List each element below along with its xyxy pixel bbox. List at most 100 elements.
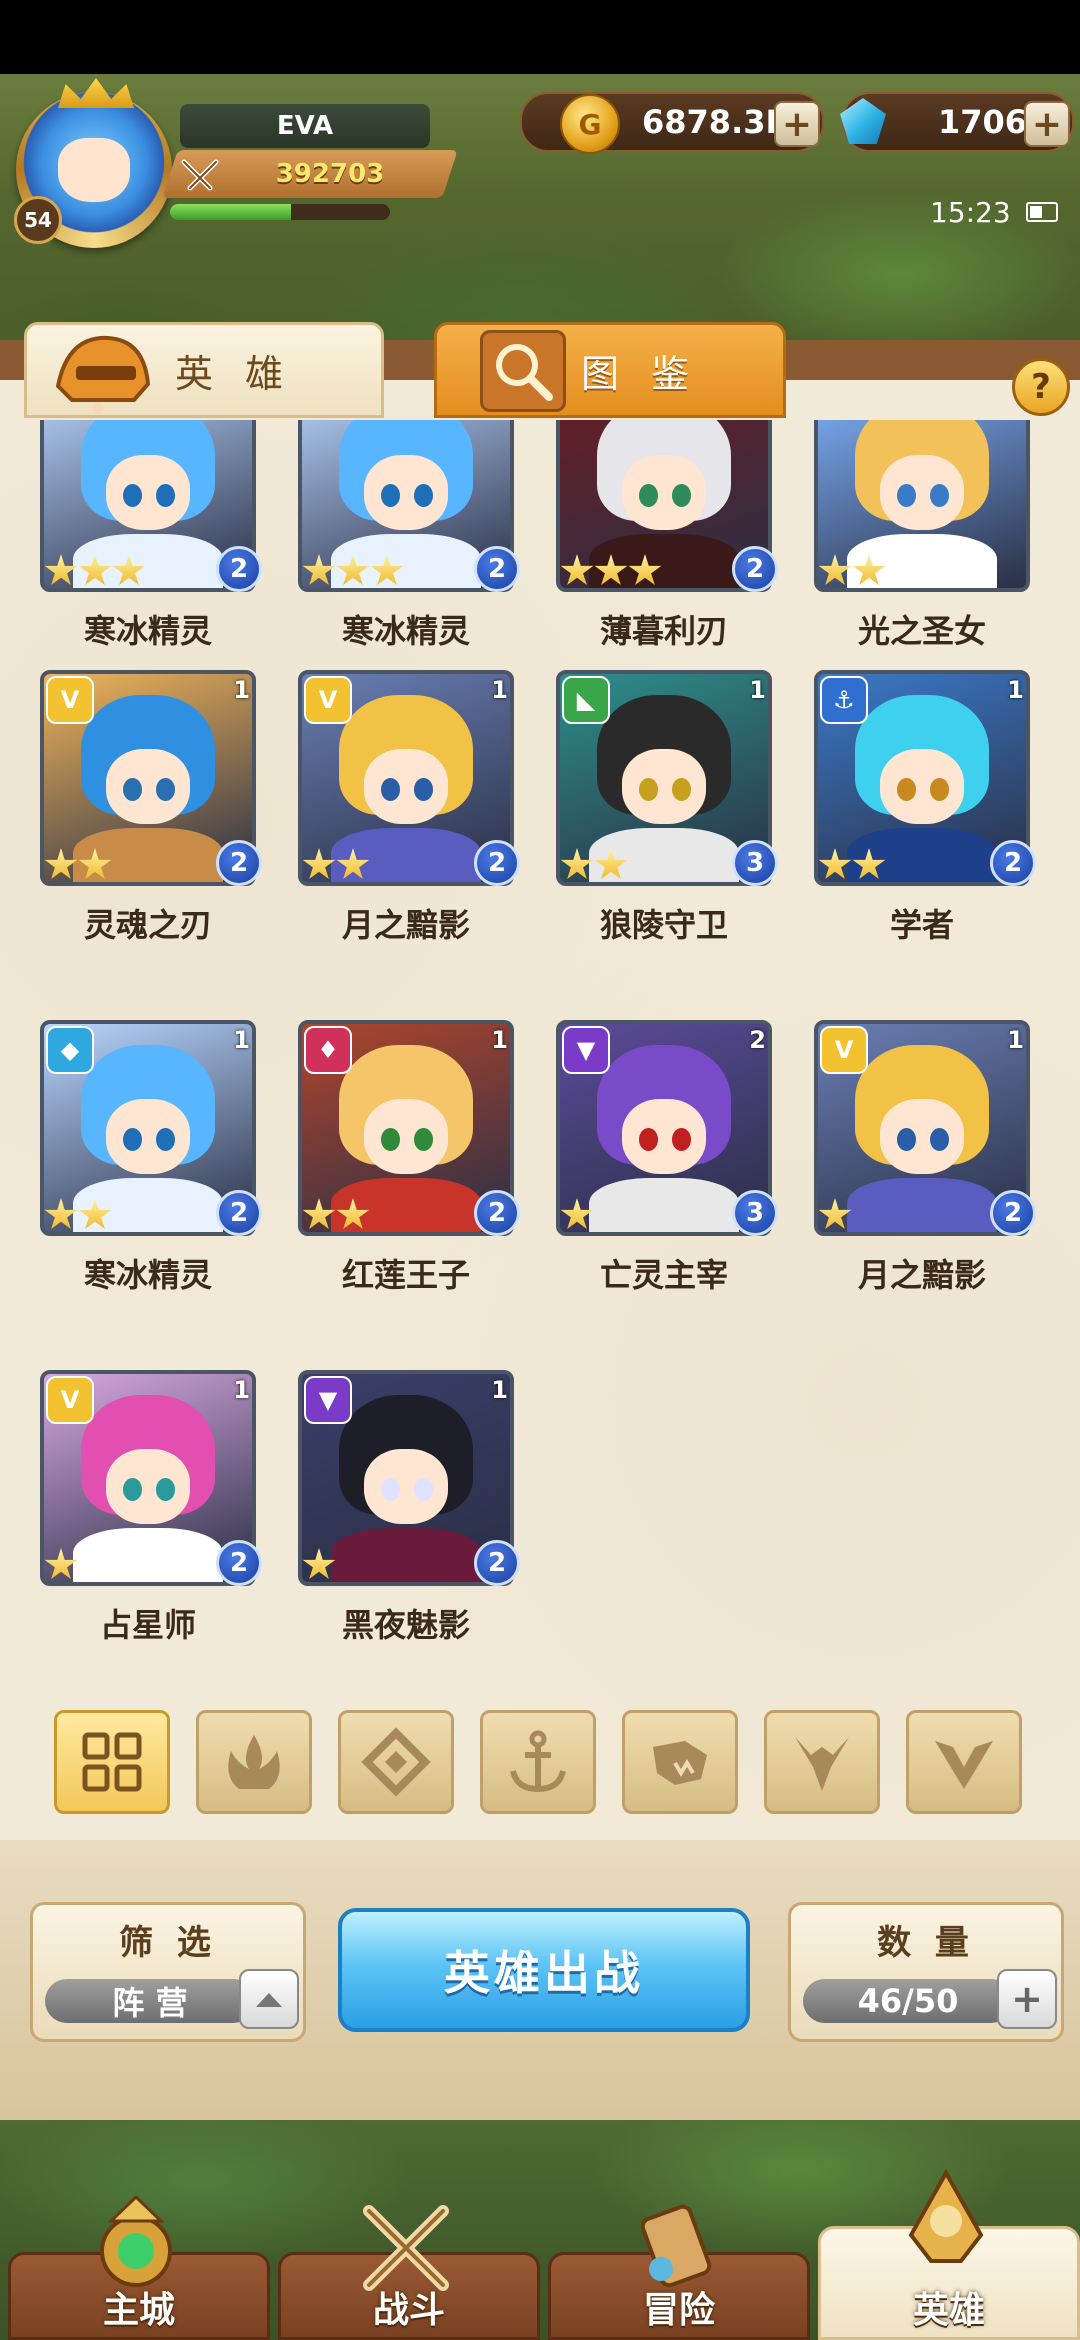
portrait-eye	[123, 778, 142, 801]
filter-flame-button[interactable]	[196, 1710, 312, 1814]
hero-name: 灵魂之刃	[83, 906, 212, 944]
hero-copies: 1	[1007, 676, 1024, 704]
help-button[interactable]: ?	[1012, 358, 1070, 416]
hero-name: 狼陵守卫	[599, 906, 728, 944]
hero-stars	[44, 1198, 112, 1234]
hero-copies: 1	[749, 676, 766, 704]
add-gold-button[interactable]: +	[774, 101, 820, 147]
power-value: 392703	[275, 159, 385, 189]
hero-grade-badge: 2	[732, 546, 778, 592]
star-icon	[78, 848, 112, 879]
hero-grade-badge: 2	[474, 1190, 520, 1236]
filter-title: 筛 选	[119, 1923, 217, 1963]
star-icon	[336, 1198, 370, 1229]
hero-card[interactable]: 2 寒冰精灵	[40, 420, 262, 656]
star-icon	[852, 554, 886, 585]
star-icon	[852, 848, 886, 879]
portrait-eye	[672, 484, 692, 507]
portrait-eye	[930, 484, 950, 507]
filter-grid-button[interactable]	[54, 1710, 170, 1814]
nav-tab-home[interactable]: 主城	[8, 2194, 270, 2340]
star-icon	[44, 1198, 78, 1229]
gem-value: 1706	[938, 103, 1028, 141]
diamond-icon	[361, 1727, 431, 1797]
hero-grade-badge: 3	[732, 840, 778, 886]
hero-grade-badge: 2	[474, 1540, 520, 1586]
hero-stars	[818, 554, 886, 590]
hero-card[interactable]: ◣ 1 3 狼陵守卫	[556, 670, 778, 950]
star-icon	[44, 848, 78, 879]
hero-card[interactable]: ♦ 1 2 红莲王子	[298, 1020, 520, 1300]
portrait-face	[106, 748, 190, 824]
grid-icon	[82, 1732, 142, 1792]
filter-anchor-button[interactable]	[480, 1710, 596, 1814]
nav-tab-battle[interactable]: 战斗	[278, 2205, 540, 2340]
hero-card[interactable]: V 1 2 月之黯影	[298, 670, 520, 950]
portrait-eye	[381, 778, 400, 801]
hero-grade-badge: 2	[990, 840, 1036, 886]
hero-stars	[302, 848, 370, 884]
gold-coin-icon: G	[560, 94, 620, 154]
portrait-eye	[639, 778, 658, 801]
filter-v-button[interactable]	[906, 1710, 1022, 1814]
portrait-eye	[381, 1128, 400, 1151]
hero-grade-badge: 2	[474, 840, 520, 886]
faction-badge-icon: ⚓	[820, 676, 868, 724]
hero-copies: 1	[233, 1376, 250, 1404]
crossed-swords-icon	[181, 159, 219, 191]
star-icon	[818, 848, 852, 879]
expand-capacity-button[interactable]: +	[997, 1969, 1057, 2029]
hero-card[interactable]: V 1 2 占星师	[40, 1370, 262, 1650]
star-icon	[560, 554, 594, 585]
star-icon	[302, 848, 336, 879]
filter-select[interactable]: 阵 营	[45, 1979, 255, 2023]
flame-icon	[228, 1735, 280, 1789]
portrait-eye	[381, 1478, 400, 1501]
star-icon	[628, 554, 662, 585]
nav-tab-adventure[interactable]: 冒险	[548, 2204, 810, 2340]
hero-card[interactable]: ◆ 1 2 寒冰精灵	[40, 1020, 262, 1300]
hero-card[interactable]: ⚓ 1 2 学者	[814, 670, 1036, 950]
portrait-face	[622, 1098, 706, 1174]
hero-card[interactable]: 2 寒冰精灵	[298, 420, 520, 656]
hero-grade-badge: 2	[216, 1540, 262, 1586]
hero-name: 寒冰精灵	[83, 612, 212, 650]
battery-icon	[1026, 202, 1058, 222]
avatar-face	[58, 138, 130, 202]
hero-card[interactable]: ▼ 1 2 黑夜魅影	[298, 1370, 520, 1650]
hero-name: 寒冰精灵	[341, 612, 470, 650]
star-icon	[44, 1548, 78, 1579]
portrait-eye	[897, 1128, 916, 1151]
filter-beast-button[interactable]	[622, 1710, 738, 1814]
hero-count-value: 46/50	[803, 1979, 1013, 2023]
faction-badge-icon: ▼	[304, 1376, 352, 1424]
faction-badge-icon: V	[820, 1026, 868, 1074]
star-icon	[302, 554, 336, 585]
portrait-eye	[156, 484, 176, 507]
hero-card[interactable]: V 1 2 灵魂之刃	[40, 670, 262, 950]
add-gems-button[interactable]: +	[1024, 101, 1070, 147]
xp-fill	[170, 204, 291, 220]
hero-card[interactable]: 光之圣女	[814, 420, 1034, 656]
hero-card[interactable]: ▼ 2 3 亡灵主宰	[556, 1020, 778, 1300]
portrait-eye	[414, 1128, 434, 1151]
portrait-face	[880, 748, 964, 824]
hero-card[interactable]: 2 薄暮利刃	[556, 420, 778, 656]
status-bar	[0, 0, 1080, 74]
filter-diamond-button[interactable]	[338, 1710, 454, 1814]
nav-tab-heroes[interactable]: 英雄	[818, 2168, 1080, 2340]
portrait-eye	[123, 1478, 142, 1501]
hero-card[interactable]: V 1 2 月之黯影	[814, 1020, 1036, 1300]
magnifier-icon	[480, 330, 566, 412]
deploy-heroes-button[interactable]: 英雄出战	[338, 1908, 750, 2032]
hero-copies: 1	[233, 1026, 250, 1054]
filter-horn-button[interactable]	[764, 1710, 880, 1814]
portrait-eye	[930, 1128, 950, 1151]
faction-badge-icon: V	[46, 676, 94, 724]
portrait-eye	[381, 484, 400, 507]
filter-toggle-button[interactable]	[239, 1969, 299, 2029]
crown-icon	[58, 78, 134, 108]
xp-bar	[170, 204, 390, 220]
star-icon	[370, 554, 404, 585]
hero-grid[interactable]: 2 寒冰精灵 2 寒冰精灵 2 薄暮利刃 光之圣女 V 1 2 灵魂之刃 V 1 2 月之黯影 ◣ 1 3 狼陵守卫…	[0, 420, 1080, 1670]
